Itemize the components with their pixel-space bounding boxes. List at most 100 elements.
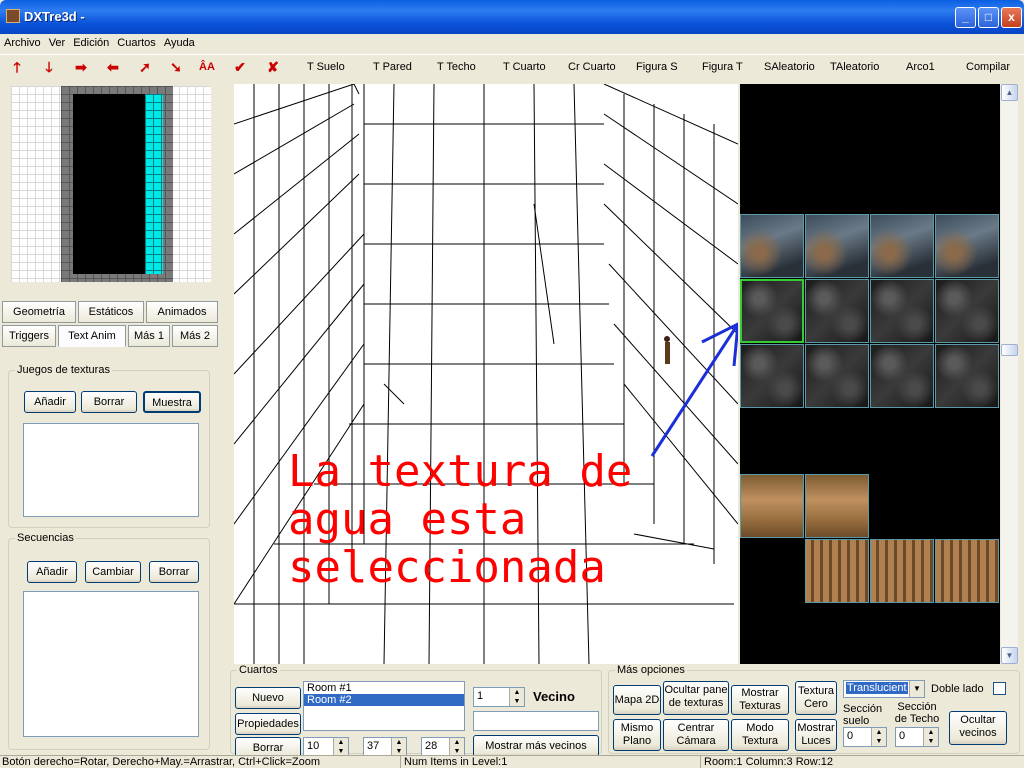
- anadir-juego-button[interactable]: Añadir: [24, 391, 76, 413]
- arrow-down-icon[interactable]: 🡓: [41, 59, 57, 76]
- t-pared-button[interactable]: T Pared: [373, 61, 412, 73]
- texture-tile-hiero[interactable]: [805, 539, 869, 603]
- ocultar-vecinos-button[interactable]: Ocultar vecinos: [949, 711, 1007, 745]
- seccion-suelo-spin[interactable]: 0 ▲ ▼: [843, 727, 887, 747]
- menu-ver[interactable]: Ver: [45, 34, 70, 49]
- mostrar-luces-button[interactable]: Mostrar Luces: [795, 719, 837, 751]
- juegos-list[interactable]: [23, 423, 199, 517]
- textura-cero-button[interactable]: Textura Cero: [795, 681, 837, 715]
- texture-tile-black[interactable]: [740, 84, 804, 148]
- texture-tile-sand[interactable]: [740, 474, 804, 538]
- centrar-camara-button[interactable]: Centrar Cámara: [663, 719, 729, 751]
- texture-tile-stone[interactable]: [740, 214, 804, 278]
- propiedades-button[interactable]: Propiedades: [235, 713, 301, 735]
- nuevo-cuarto-button[interactable]: Nuevo: [235, 687, 301, 709]
- texture-tile-water[interactable]: [935, 279, 999, 343]
- spin-arrows-icon[interactable]: ▲ ▼: [391, 738, 406, 756]
- texture-tile-black[interactable]: [805, 149, 869, 213]
- texture-tile-stone[interactable]: [805, 214, 869, 278]
- figura-t-button[interactable]: Figura T: [702, 61, 743, 73]
- texture-tile-sand[interactable]: [805, 474, 869, 538]
- texture-tile-hiero[interactable]: [870, 539, 934, 603]
- room-x-spin[interactable]: 10 ▲ ▼: [303, 737, 349, 757]
- texture-tile-black[interactable]: [805, 604, 869, 664]
- texture-tile-black[interactable]: [740, 149, 804, 213]
- close-button[interactable]: x: [1001, 7, 1022, 28]
- anadir-secuencia-button[interactable]: Añadir: [27, 561, 77, 583]
- room-minimap[interactable]: [11, 86, 211, 282]
- arrow-down-left-icon[interactable]: ➘: [168, 59, 184, 76]
- secuencias-list[interactable]: [23, 591, 199, 737]
- texture-tile-water[interactable]: [740, 279, 804, 343]
- room-item-selected[interactable]: Room #2: [304, 694, 464, 706]
- texture-tile-black[interactable]: [870, 409, 934, 473]
- figura-s-button[interactable]: Figura S: [636, 61, 678, 73]
- room-y-spin[interactable]: 37 ▲ ▼: [363, 737, 407, 757]
- texture-tile-black[interactable]: [935, 409, 999, 473]
- muestra-button[interactable]: Muestra: [143, 391, 201, 413]
- texture-tile-black[interactable]: [740, 539, 804, 603]
- texture-tile-black[interactable]: [870, 474, 934, 538]
- arrow-left-icon[interactable]: ⬅: [105, 59, 121, 76]
- spin-arrows-icon[interactable]: ▲ ▼: [333, 738, 348, 756]
- modo-textura-button[interactable]: Modo Textura: [731, 719, 789, 751]
- arrow-right-icon[interactable]: ➡: [73, 59, 89, 76]
- menu-ayuda[interactable]: Ayuda: [160, 34, 199, 49]
- texture-tile-water[interactable]: [805, 279, 869, 343]
- saleatorio-button[interactable]: SAleatorio: [764, 61, 815, 73]
- texture-tile-black[interactable]: [870, 84, 934, 148]
- arrow-up-right-icon[interactable]: ➚: [137, 59, 153, 76]
- scroll-down-arrow-icon[interactable]: ▼: [1001, 647, 1018, 664]
- cambiar-secuencia-button[interactable]: Cambiar: [85, 561, 141, 583]
- t-techo-button[interactable]: T Techo: [437, 61, 476, 73]
- compilar-button[interactable]: Compilar: [966, 61, 1010, 73]
- texture-tile-water[interactable]: [740, 344, 804, 408]
- maximize-button[interactable]: □: [978, 7, 999, 28]
- scroll-thumb[interactable]: [1001, 344, 1018, 356]
- doble-lado-checkbox[interactable]: [993, 682, 1006, 695]
- menu-archivo[interactable]: Archivo: [0, 34, 45, 49]
- font-aa-icon[interactable]: ÂA: [199, 59, 215, 76]
- arco1-button[interactable]: Arco1: [906, 61, 935, 73]
- menu-edicion[interactable]: Edición: [69, 34, 113, 49]
- blend-mode-select[interactable]: Translucient ▼: [843, 680, 925, 698]
- spin-arrows-icon[interactable]: ▲ ▼: [509, 688, 524, 706]
- texture-tile-black[interactable]: [740, 409, 804, 473]
- tab-animados[interactable]: Animados: [146, 301, 218, 323]
- vecino-field[interactable]: [473, 711, 599, 731]
- checkmark-icon[interactable]: ✔: [232, 59, 248, 76]
- texture-tile-water[interactable]: [935, 344, 999, 408]
- texture-tile-stone[interactable]: [870, 214, 934, 278]
- chevron-down-icon[interactable]: ▼: [909, 681, 924, 697]
- texture-panel[interactable]: [740, 84, 1000, 664]
- texture-tile-black[interactable]: [935, 84, 999, 148]
- taleatorio-button[interactable]: TAleatorio: [830, 61, 879, 73]
- mismo-plano-button[interactable]: Mismo Plano: [613, 719, 661, 751]
- t-suelo-button[interactable]: T Suelo: [307, 61, 345, 73]
- ocultar-pane-texturas-button[interactable]: Ocultar pane de texturas: [663, 681, 729, 715]
- room-item[interactable]: Room #1: [304, 682, 464, 694]
- texture-tile-water[interactable]: [805, 344, 869, 408]
- spin-arrows-icon[interactable]: ▲ ▼: [449, 738, 464, 756]
- texture-tile-black[interactable]: [805, 84, 869, 148]
- texture-tile-black[interactable]: [805, 409, 869, 473]
- title-bar[interactable]: DXTre3d - _ □ x: [0, 0, 1024, 34]
- t-cuarto-button[interactable]: T Cuarto: [503, 61, 546, 73]
- arrow-up-icon[interactable]: 🡑: [9, 59, 25, 76]
- mostrar-texturas-button[interactable]: Mostrar Texturas: [731, 685, 789, 715]
- spin-arrows-icon[interactable]: ▲ ▼: [923, 728, 938, 746]
- tab-text-anim[interactable]: Text Anim: [58, 325, 126, 347]
- cross-icon[interactable]: ✘: [265, 59, 281, 76]
- tab-mas-2[interactable]: Más 2: [172, 325, 218, 347]
- scroll-up-arrow-icon[interactable]: ▲: [1001, 84, 1018, 101]
- tab-estaticos[interactable]: Estáticos: [78, 301, 144, 323]
- texture-tile-hiero[interactable]: [935, 539, 999, 603]
- texture-tile-black[interactable]: [935, 149, 999, 213]
- minimize-button[interactable]: _: [955, 7, 976, 28]
- borrar-secuencia-button[interactable]: Borrar: [149, 561, 199, 583]
- vecino-spin[interactable]: 1 ▲ ▼: [473, 687, 525, 707]
- tab-triggers[interactable]: Triggers: [2, 325, 56, 347]
- tab-geometria[interactable]: Geometría: [2, 301, 76, 323]
- mapa-2d-button[interactable]: Mapa 2D: [613, 685, 661, 715]
- texture-tile-black[interactable]: [870, 149, 934, 213]
